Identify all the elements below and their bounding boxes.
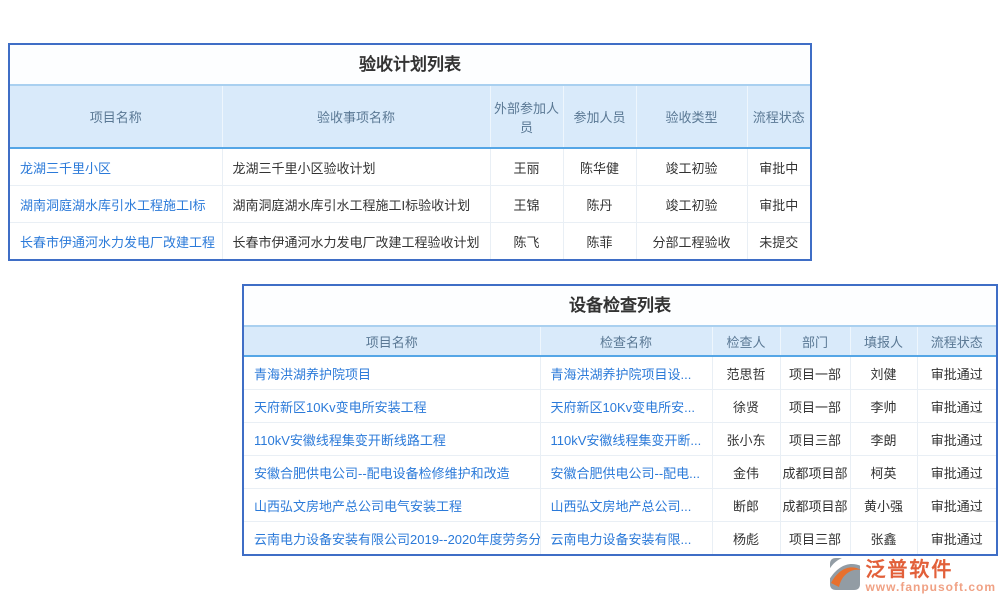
acceptance-plan-panel: 验收计划列表 项目名称 验收事项名称 外部参加人员 参加人员 验收类型 流程状态… [8,43,812,261]
status-badge: 审批通过 [917,356,996,390]
status-badge: 审批通过 [917,423,996,456]
reporter-link[interactable]: 黄小强 [850,489,917,522]
reporter-link[interactable]: 李帅 [850,390,917,423]
equipment-inspection-title: 设备检查列表 [244,286,996,327]
status-badge: 审批通过 [917,489,996,522]
inspection-link[interactable]: 山西弘文房地产总公司... [551,499,692,514]
header-row: 项目名称 验收事项名称 外部参加人员 参加人员 验收类型 流程状态 [10,86,810,148]
status-badge: 审批中 [747,186,810,223]
col-header-inspection-name: 检查名称 [540,327,712,356]
table-row: 云南电力设备安装有限公司2019--2020年度劳务分包... 云南电力设备安装… [244,522,996,555]
acceptance-plan-grid: 项目名称 验收事项名称 外部参加人员 参加人员 验收类型 流程状态 龙湖三千里小… [10,86,810,259]
cell-acceptance-item: 湖南洞庭湖水库引水工程施工I标验收计划 [222,186,490,223]
status-badge: 审批通过 [917,456,996,489]
vendor-watermark: 泛普软件 www.fanpusoft.com [829,557,996,596]
cell-inspector: 范思哲 [712,356,780,390]
col-header-reporter: 填报人 [850,327,917,356]
equipment-inspection-panel: 设备检查列表 项目名称 检查名称 检查人 部门 填报人 流程状态 青海洪湖养护院… [242,284,998,556]
cell-inspector: 张小东 [712,423,780,456]
header-row: 项目名称 检查名称 检查人 部门 填报人 流程状态 [244,327,996,356]
acceptance-plan-title: 验收计划列表 [10,45,810,86]
cell-acceptance-item: 龙湖三千里小区验收计划 [222,148,490,186]
cell-department: 项目三部 [780,423,850,456]
reporter-link[interactable]: 张鑫 [850,522,917,555]
inspection-link[interactable]: 天府新区10Kv变电所安... [551,400,695,415]
project-link[interactable]: 湖南洞庭湖水库引水工程施工I标 [20,198,206,213]
cell-department: 项目一部 [780,356,850,390]
status-badge: 审批通过 [917,390,996,423]
brand-name: 泛普软件 [865,560,996,581]
project-link[interactable]: 云南电力设备安装有限公司2019--2020年度劳务分包... [254,532,540,547]
cell-acceptance-item: 长春市伊通河水力发电厂改建工程验收计划 [222,223,490,260]
cell-department: 项目三部 [780,522,850,555]
page: { "acceptance_table": { "title": "验收计划列表… [0,0,1000,600]
fanpu-logo-icon [829,557,861,596]
col-header-project-name: 项目名称 [10,86,222,148]
table-row: 山西弘文房地产总公司电气安装工程 山西弘文房地产总公司... 断郎 成都项目部 … [244,489,996,522]
status-badge: 审批通过 [917,522,996,555]
project-link[interactable]: 龙湖三千里小区 [20,161,111,176]
project-link[interactable]: 山西弘文房地产总公司电气安装工程 [254,499,462,514]
project-link[interactable]: 安徽合肥供电公司--配电设备检修维护和改造 [254,466,510,481]
col-header-department: 部门 [780,327,850,356]
cell-inspector: 金伟 [712,456,780,489]
table-row: 长春市伊通河水力发电厂改建工程 长春市伊通河水力发电厂改建工程验收计划 陈飞 陈… [10,223,810,260]
col-header-external-participants: 外部参加人员 [490,86,563,148]
table-row: 天府新区10Kv变电所安装工程 天府新区10Kv变电所安... 徐贤 项目一部 … [244,390,996,423]
table-row: 安徽合肥供电公司--配电设备检修维护和改造 安徽合肥供电公司--配电... 金伟… [244,456,996,489]
cell-department: 成都项目部 [780,456,850,489]
col-header-flow-status: 流程状态 [747,86,810,148]
cell-acceptance-type: 分部工程验收 [636,223,747,260]
cell-inspector: 杨彪 [712,522,780,555]
cell-participant: 陈丹 [563,186,636,223]
inspection-link[interactable]: 安徽合肥供电公司--配电... [551,466,701,481]
col-header-flow-status: 流程状态 [917,327,996,356]
reporter-link[interactable]: 柯英 [850,456,917,489]
cell-participant: 陈菲 [563,223,636,260]
project-link[interactable]: 110kV安徽线程集变开断线路工程 [254,433,446,448]
project-link[interactable]: 青海洪湖养护院项目 [254,367,371,382]
cell-department: 项目一部 [780,390,850,423]
cell-participant: 陈华健 [563,148,636,186]
status-badge: 未提交 [747,223,810,260]
table-row: 青海洪湖养护院项目 青海洪湖养护院项目设... 范思哲 项目一部 刘健 审批通过 [244,356,996,390]
table-row: 龙湖三千里小区 龙湖三千里小区验收计划 王丽 陈华健 竣工初验 审批中 [10,148,810,186]
col-header-participants: 参加人员 [563,86,636,148]
col-header-acceptance-item: 验收事项名称 [222,86,490,148]
table-row: 110kV安徽线程集变开断线路工程 110kV安徽线程集变开断... 张小东 项… [244,423,996,456]
cell-inspector: 断郎 [712,489,780,522]
col-header-inspector: 检查人 [712,327,780,356]
reporter-link[interactable]: 李朗 [850,423,917,456]
cell-external-participant: 陈飞 [490,223,563,260]
inspection-link[interactable]: 青海洪湖养护院项目设... [551,367,692,382]
equipment-inspection-grid: 项目名称 检查名称 检查人 部门 填报人 流程状态 青海洪湖养护院项目 青海洪湖… [244,327,996,554]
cell-acceptance-type: 竣工初验 [636,148,747,186]
inspection-link[interactable]: 110kV安徽线程集变开断... [551,433,702,448]
inspection-link[interactable]: 云南电力设备安装有限... [551,532,692,547]
cell-department: 成都项目部 [780,489,850,522]
cell-external-participant: 王丽 [490,148,563,186]
status-badge: 审批中 [747,148,810,186]
project-link[interactable]: 长春市伊通河水力发电厂改建工程 [20,235,215,250]
col-header-project-name: 项目名称 [244,327,540,356]
brand-url[interactable]: www.fanpusoft.com [865,581,996,594]
col-header-acceptance-type: 验收类型 [636,86,747,148]
table-row: 湖南洞庭湖水库引水工程施工I标 湖南洞庭湖水库引水工程施工I标验收计划 王锦 陈… [10,186,810,223]
cell-acceptance-type: 竣工初验 [636,186,747,223]
project-link[interactable]: 天府新区10Kv变电所安装工程 [254,400,427,415]
cell-inspector: 徐贤 [712,390,780,423]
reporter-link[interactable]: 刘健 [850,356,917,390]
cell-external-participant: 王锦 [490,186,563,223]
